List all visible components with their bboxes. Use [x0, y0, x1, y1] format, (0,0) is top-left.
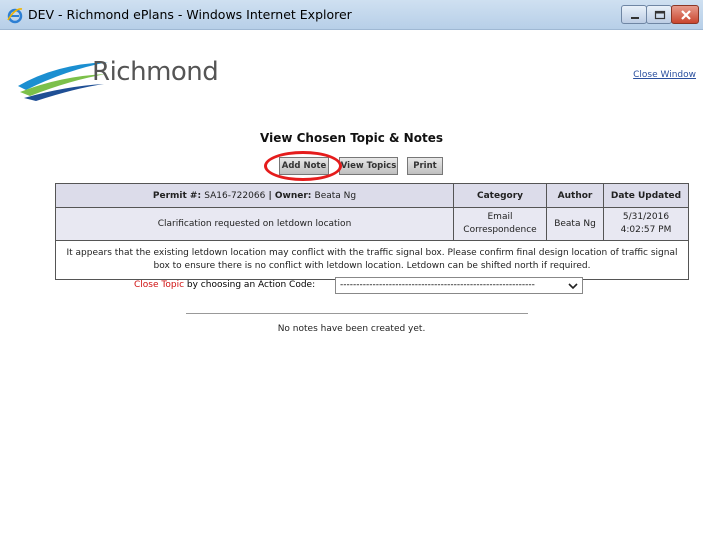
view-topics-button[interactable]: View Topics — [339, 157, 398, 175]
close-topic-text: Close Topic — [134, 280, 185, 290]
window-title: DEV - Richmond ePlans - Windows Internet… — [28, 7, 352, 22]
internet-explorer-icon — [7, 8, 23, 24]
add-note-button[interactable]: Add Note — [279, 157, 329, 175]
maximize-button[interactable] — [646, 5, 672, 24]
close-topic-row: Close Topic by choosing an Action Code: … — [0, 277, 703, 297]
topic-date-day: 5/31/2016 — [622, 212, 670, 222]
permit-label: Permit #: — [152, 190, 202, 201]
topic-category: Email Correspondence — [453, 207, 547, 241]
topic-title: Clarification requested on letdown locat… — [55, 207, 454, 241]
action-buttons: Add Note View Topics Print — [0, 157, 703, 177]
action-code-selected: ----------------------------------------… — [340, 280, 535, 290]
permit-number: SA16-722066 — [204, 190, 266, 201]
action-code-select[interactable]: ----------------------------------------… — [335, 277, 583, 294]
topic-table: Permit #: SA16-722066 | Owner: Beata Ng … — [55, 183, 689, 280]
print-button[interactable]: Print — [407, 157, 443, 175]
permit-owner-header: Permit #: SA16-722066 | Owner: Beata Ng — [55, 183, 454, 208]
table-row: Clarification requested on letdown locat… — [55, 207, 689, 241]
owner-name: Beata Ng — [314, 190, 357, 201]
close-icon — [681, 10, 691, 20]
page-title: View Chosen Topic & Notes — [260, 131, 443, 145]
header-separator: | — [268, 190, 272, 201]
author-header: Author — [546, 183, 604, 208]
category-header: Category — [453, 183, 547, 208]
notes-divider — [186, 313, 528, 314]
owner-label: Owner: — [274, 190, 312, 201]
topic-author: Beata Ng — [546, 207, 604, 241]
no-notes-message: No notes have been created yet. — [277, 324, 426, 334]
close-topic-label: Close Topic by choosing an Action Code: — [134, 280, 315, 290]
minimize-button[interactable] — [621, 5, 647, 24]
action-code-label: by choosing an Action Code: — [186, 280, 316, 290]
close-button[interactable] — [671, 5, 699, 24]
minimize-icon — [631, 17, 639, 19]
logo-text: Richmond — [92, 57, 219, 87]
topic-date: 5/31/2016 4:02:57 PM — [603, 207, 689, 241]
maximize-icon — [654, 10, 666, 20]
chevron-down-icon — [568, 283, 578, 290]
date-updated-header: Date Updated — [603, 183, 689, 208]
topic-date-time: 4:02:57 PM — [620, 225, 672, 235]
topic-description: It appears that the existing letdown loc… — [55, 240, 689, 280]
window-titlebar: DEV - Richmond ePlans - Windows Internet… — [0, 0, 703, 30]
close-window-link[interactable]: Close Window — [633, 70, 696, 80]
